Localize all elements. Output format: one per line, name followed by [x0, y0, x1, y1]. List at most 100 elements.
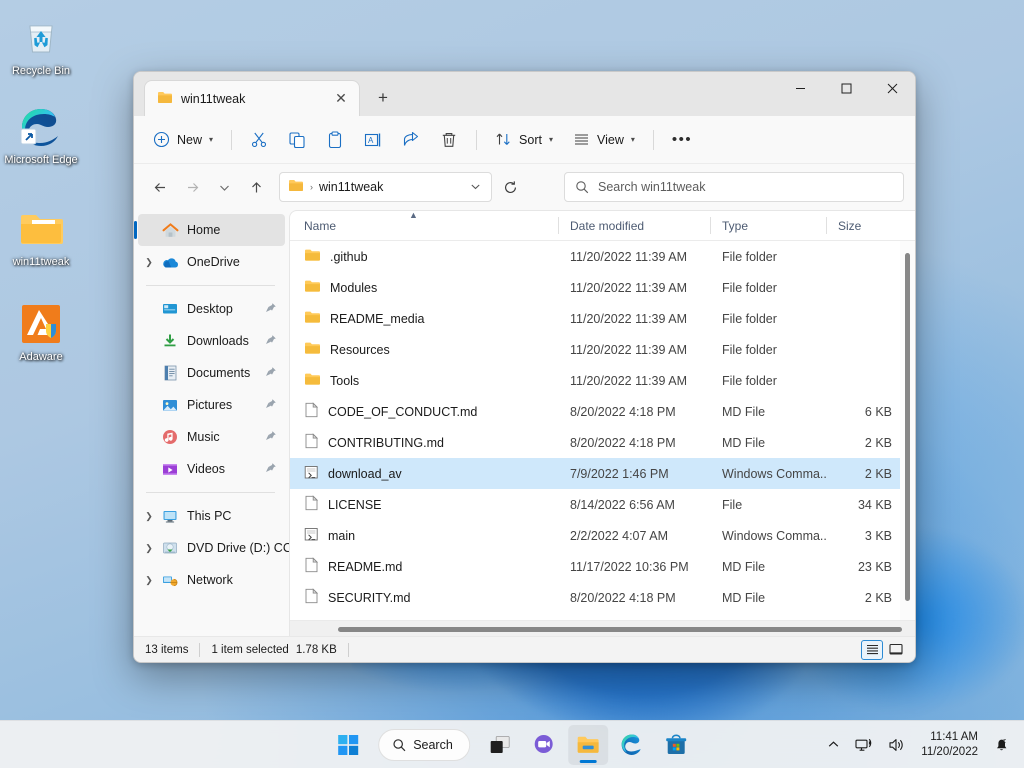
- delete-button[interactable]: [431, 124, 467, 156]
- pin-icon[interactable]: [265, 334, 277, 349]
- tray-overflow-button[interactable]: [821, 727, 846, 763]
- recent-locations-button[interactable]: [209, 172, 239, 202]
- table-row[interactable]: Tools 11/20/2022 11:39 AM File folder: [290, 365, 915, 396]
- sidebar-item-dvd-drive[interactable]: ❯ DVD Drive (D:) CCS.: [138, 532, 289, 564]
- view-button[interactable]: View ▾: [564, 124, 644, 156]
- column-header-type[interactable]: Type: [710, 211, 826, 241]
- sidebar-item-this-pc[interactable]: ❯ This PC: [138, 500, 285, 532]
- maximize-button[interactable]: [823, 72, 869, 105]
- chevron-right-icon[interactable]: ❯: [140, 575, 158, 586]
- taskbar-search-button[interactable]: Search: [378, 728, 470, 761]
- column-header-name[interactable]: Name ▲: [304, 210, 558, 241]
- file-name: SECURITY.md: [328, 590, 411, 605]
- file-size: 6 KB: [864, 404, 892, 419]
- table-row[interactable]: Resources 11/20/2022 11:39 AM File folde…: [290, 334, 915, 365]
- clock-button[interactable]: 11:41 AM 11/20/2022: [915, 730, 984, 760]
- sidebar-item-music[interactable]: Music: [138, 421, 285, 453]
- table-row[interactable]: SECURITY.md 8/20/2022 4:18 PM MD File 2 …: [290, 582, 915, 613]
- volume-button[interactable]: [882, 727, 912, 763]
- pin-icon[interactable]: [265, 398, 277, 413]
- pin-icon[interactable]: [265, 430, 277, 445]
- network-button[interactable]: [849, 727, 879, 763]
- minimize-button[interactable]: [777, 72, 823, 105]
- file-rows[interactable]: .github 11/20/2022 11:39 AM File folder …: [290, 241, 915, 620]
- file-icon: [304, 495, 319, 514]
- close-window-button[interactable]: [869, 72, 915, 105]
- breadcrumb-path[interactable]: win11tweak: [319, 180, 383, 194]
- chat-icon: [534, 735, 553, 753]
- title-bar[interactable]: win11tweak ✕ +: [134, 72, 915, 116]
- microsoft-store-button[interactable]: [656, 725, 696, 765]
- file-type: File: [722, 497, 743, 512]
- details-view-button[interactable]: [861, 639, 883, 660]
- horizontal-scrollbar-thumb[interactable]: [338, 627, 902, 632]
- edge-button[interactable]: [612, 725, 652, 765]
- desktop-icon-recycle-bin[interactable]: Recycle Bin: [2, 14, 80, 78]
- paste-button[interactable]: [317, 124, 353, 156]
- new-tab-button[interactable]: +: [368, 83, 398, 113]
- vertical-scrollbar-thumb[interactable]: [905, 253, 910, 601]
- rename-button[interactable]: A: [355, 124, 391, 156]
- table-row[interactable]: .github 11/20/2022 11:39 AM File folder: [290, 241, 915, 272]
- chevron-right-icon[interactable]: ❯: [140, 511, 158, 522]
- table-row[interactable]: main 2/2/2022 4:07 AM Windows Comma... 3…: [290, 520, 915, 551]
- navigation-pane[interactable]: Home ❯ OneDrive Desktop Downloads Docume…: [134, 210, 289, 636]
- chevron-right-icon[interactable]: ❯: [140, 543, 158, 554]
- forward-button[interactable]: [177, 172, 207, 202]
- folder-icon: [157, 90, 173, 107]
- up-button[interactable]: [241, 172, 271, 202]
- search-input[interactable]: Search win11tweak: [564, 172, 904, 202]
- sidebar-item-downloads[interactable]: Downloads: [138, 325, 285, 357]
- notification-button[interactable]: z: [987, 727, 1016, 763]
- chat-button[interactable]: [524, 725, 564, 765]
- documents-icon: [158, 365, 182, 381]
- trash-icon: [442, 132, 456, 147]
- back-button[interactable]: [145, 172, 175, 202]
- address-bar[interactable]: › win11tweak: [279, 172, 492, 202]
- table-row[interactable]: Modules 11/20/2022 11:39 AM File folder: [290, 272, 915, 303]
- chevron-down-icon[interactable]: [466, 181, 485, 194]
- table-row[interactable]: LICENSE 8/14/2022 6:56 AM File 34 KB: [290, 489, 915, 520]
- file-explorer-button[interactable]: [567, 724, 608, 765]
- sidebar-item-documents[interactable]: Documents: [138, 357, 285, 389]
- sidebar-item-home[interactable]: Home: [134, 214, 285, 246]
- pin-icon[interactable]: [265, 366, 277, 381]
- table-row[interactable]: README_media 11/20/2022 11:39 AM File fo…: [290, 303, 915, 334]
- sidebar-item-pictures[interactable]: Pictures: [138, 389, 285, 421]
- new-button-label: New: [177, 132, 203, 147]
- table-row[interactable]: README.md 11/17/2022 10:36 PM MD File 23…: [290, 551, 915, 582]
- column-header-date-modified[interactable]: Date modified: [558, 211, 710, 241]
- file-explorer-window[interactable]: win11tweak ✕ + New ▾ A Sort ▾ View ▾ •••…: [133, 71, 916, 663]
- more-options-button[interactable]: •••: [663, 124, 701, 156]
- new-button[interactable]: New ▾: [144, 124, 222, 156]
- table-row[interactable]: download_av 7/9/2022 1:46 PM Windows Com…: [290, 458, 915, 489]
- tab-win11tweak[interactable]: win11tweak ✕: [144, 80, 360, 116]
- sidebar-item-onedrive[interactable]: ❯ OneDrive: [138, 246, 285, 278]
- desktop-icon-adaware[interactable]: Adaware: [2, 300, 80, 364]
- desktop[interactable]: Recycle Bin Microsoft Edge win11tweak Ad…: [0, 0, 1024, 768]
- vertical-scrollbar[interactable]: [900, 241, 915, 620]
- sidebar-item-videos[interactable]: Videos: [138, 453, 285, 485]
- task-view-button[interactable]: [480, 725, 520, 765]
- chevron-right-icon[interactable]: ❯: [140, 257, 158, 268]
- cut-button[interactable]: [241, 124, 277, 156]
- close-tab-icon[interactable]: ✕: [329, 87, 353, 111]
- start-button[interactable]: [328, 725, 368, 765]
- column-header-size[interactable]: Size: [826, 211, 906, 241]
- taskbar[interactable]: Search 11:41 AM 11/20/2022 z: [0, 720, 1024, 768]
- desktop-icon-microsoft-edge[interactable]: Microsoft Edge: [2, 103, 80, 167]
- refresh-button[interactable]: [496, 173, 524, 201]
- share-button[interactable]: [393, 124, 429, 156]
- sort-button[interactable]: Sort ▾: [486, 124, 562, 156]
- horizontal-scrollbar[interactable]: [290, 620, 915, 636]
- sidebar-item-desktop[interactable]: Desktop: [138, 293, 285, 325]
- pin-icon[interactable]: [265, 462, 277, 477]
- large-icons-view-button[interactable]: [885, 640, 907, 660]
- file-list-pane[interactable]: Name ▲ Date modified Type Size .github 1…: [289, 210, 915, 636]
- desktop-icon-win11tweak[interactable]: win11tweak: [2, 205, 80, 269]
- table-row[interactable]: CONTRIBUTING.md 8/20/2022 4:18 PM MD Fil…: [290, 427, 915, 458]
- sidebar-item-network[interactable]: ❯ Network: [138, 564, 285, 596]
- pin-icon[interactable]: [265, 302, 277, 317]
- table-row[interactable]: CODE_OF_CONDUCT.md 8/20/2022 4:18 PM MD …: [290, 396, 915, 427]
- copy-button[interactable]: [279, 124, 315, 156]
